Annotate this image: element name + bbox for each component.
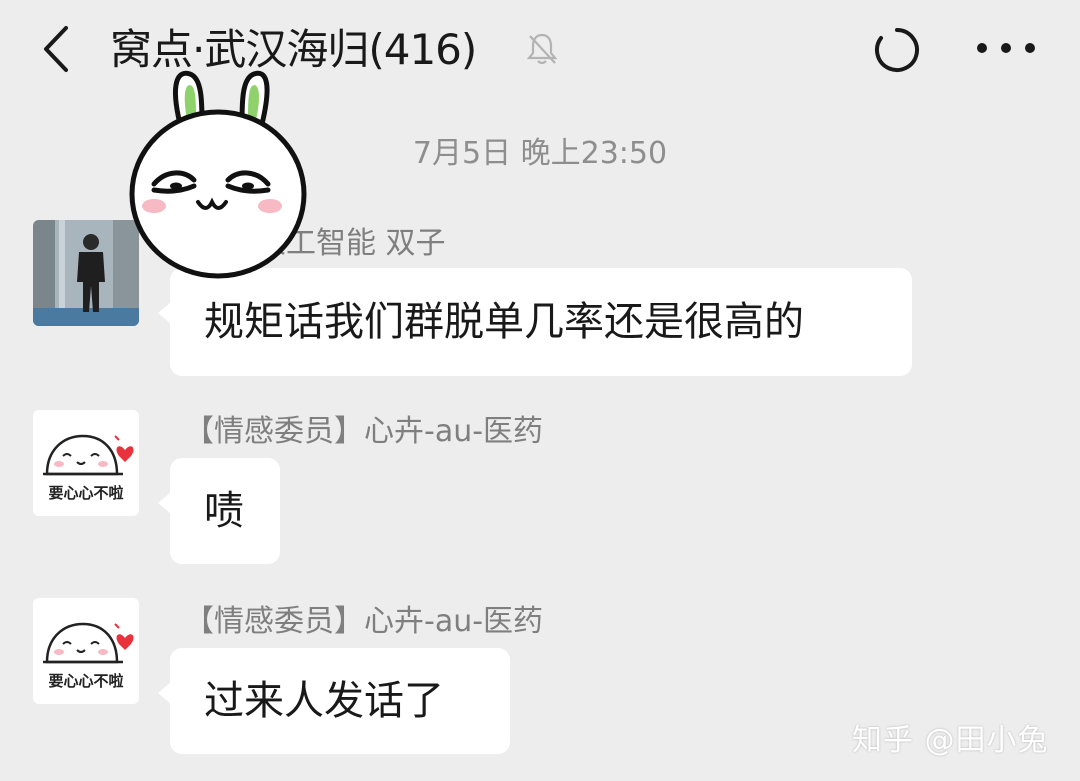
loading-icon (875, 28, 919, 72)
avatar-caption: 要心心不啦 (48, 484, 124, 502)
mute-icon (526, 33, 558, 65)
avatar[interactable]: 要心心不啦 (33, 598, 139, 704)
avatar[interactable]: 要心心不啦 (33, 410, 139, 516)
avatar-caption: 要心心不啦 (48, 672, 124, 690)
message-text: 啧 (204, 488, 244, 534)
back-icon[interactable] (36, 24, 76, 74)
message-text: 过来人发话了 (204, 678, 444, 724)
sender-name: 【情感委员】心卉-au-医药 (184, 604, 544, 639)
bunny-sticker (129, 70, 307, 279)
sender-name: 【情感委员】心卉-au-医药 (184, 414, 544, 449)
watermark: 知乎 @田小兔 (852, 723, 1049, 758)
more-icon[interactable] (974, 40, 1038, 56)
message-bubble[interactable]: 啧 (158, 458, 280, 564)
message-bubble[interactable]: 过来人发话了 (158, 648, 510, 754)
message-text: 规矩话我们群脱单几率还是很高的 (204, 299, 804, 345)
